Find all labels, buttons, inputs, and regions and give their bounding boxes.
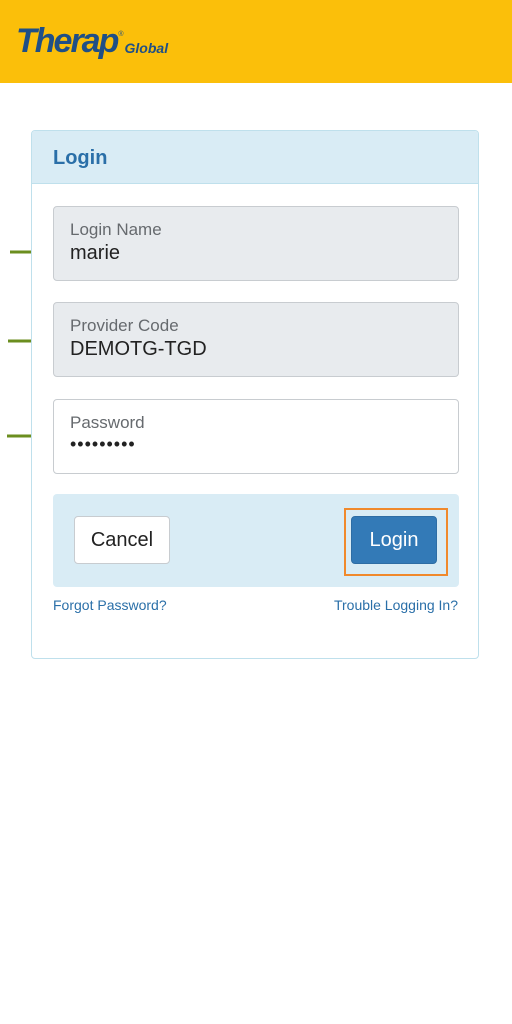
- logo-registered-mark: ®: [118, 31, 124, 38]
- forgot-password-link[interactable]: Forgot Password?: [53, 597, 167, 613]
- login-title: Login: [53, 147, 108, 169]
- cancel-button[interactable]: Cancel: [74, 516, 170, 564]
- login-button[interactable]: Login: [351, 516, 437, 564]
- trouble-logging-in-link[interactable]: Trouble Logging In?: [334, 597, 458, 613]
- provider-code-value[interactable]: DEMOTG-TGD: [70, 338, 207, 361]
- login-card: Login Login Name marie Provider Code DEM…: [31, 130, 479, 659]
- login-name-value[interactable]: marie: [70, 242, 120, 265]
- password-value[interactable]: •••••••••: [70, 434, 136, 455]
- provider-code-label: Provider Code: [70, 316, 179, 335]
- logo-main-text: Therap: [16, 22, 119, 60]
- password-field[interactable]: Password •••••••••: [53, 399, 459, 474]
- password-label: Password: [70, 413, 145, 432]
- therap-global-logo[interactable]: Therap ® Global: [16, 20, 168, 60]
- logo-sub-text: Global: [124, 40, 169, 56]
- login-name-label: Login Name: [70, 220, 162, 239]
- app-header: Therap ® Global: [0, 0, 512, 83]
- provider-code-field[interactable]: Provider Code DEMOTG-TGD: [53, 302, 459, 377]
- login-name-field[interactable]: Login Name marie: [53, 206, 459, 281]
- login-card-header: Login: [32, 131, 478, 184]
- login-actions-panel: Cancel Login: [53, 494, 459, 587]
